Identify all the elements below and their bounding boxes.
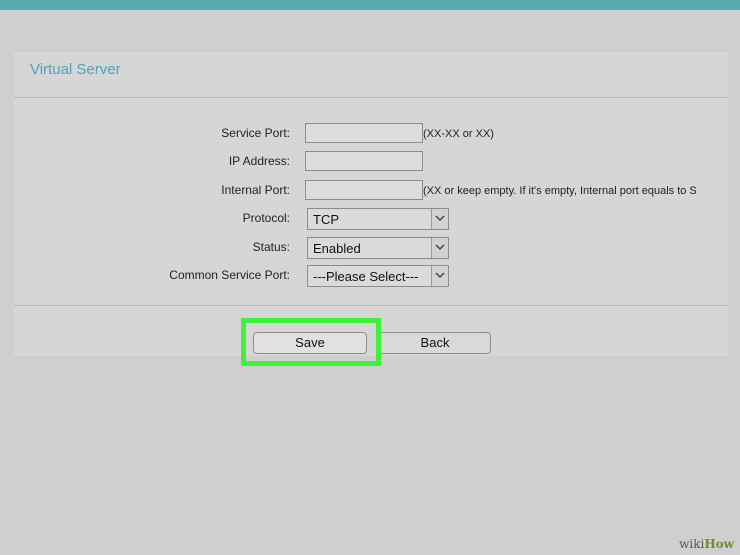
internal-port-label: Internal Port:: [221, 183, 290, 197]
protocol-dropdown-button[interactable]: [431, 209, 448, 229]
common-service-port-row: Common Service Port: ---Please Select---: [0, 265, 740, 289]
protocol-label: Protocol:: [242, 211, 290, 225]
service-port-hint: (XX-XX or XX): [423, 128, 494, 140]
chevron-down-icon: [435, 272, 445, 279]
ip-address-row: IP Address:: [0, 151, 740, 175]
wikihow-watermark: wikiHow: [679, 537, 734, 551]
common-service-port-value: ---Please Select---: [313, 269, 419, 284]
back-button[interactable]: Back: [379, 332, 491, 354]
status-row: Status: Enabled: [0, 237, 740, 261]
common-service-port-dropdown-button[interactable]: [431, 266, 448, 286]
service-port-label: Service Port:: [221, 126, 290, 140]
service-port-input[interactable]: [305, 123, 423, 143]
watermark-brand: How: [704, 537, 734, 551]
protocol-row: Protocol: TCP: [0, 208, 740, 232]
divider-bottom: [14, 305, 728, 306]
internal-port-input[interactable]: [305, 180, 423, 200]
status-dropdown-button[interactable]: [431, 238, 448, 258]
chevron-down-icon: [435, 244, 445, 251]
common-service-port-select[interactable]: ---Please Select---: [307, 265, 449, 287]
ip-address-input[interactable]: [305, 151, 423, 171]
divider-top: [14, 97, 728, 98]
status-label: Status:: [252, 240, 290, 254]
status-value: Enabled: [313, 241, 361, 256]
panel-title: Virtual Server: [30, 61, 121, 78]
protocol-select[interactable]: TCP: [307, 208, 449, 230]
watermark-prefix: wiki: [679, 537, 705, 551]
chevron-down-icon: [435, 215, 445, 222]
save-highlight-box: [241, 318, 381, 366]
internal-port-hint: (XX or keep empty. If it's empty, Intern…: [423, 185, 697, 197]
service-port-row: Service Port: (XX-XX or XX): [0, 123, 740, 147]
virtual-server-panel: Virtual Server: [14, 52, 728, 356]
ip-address-label: IP Address:: [228, 154, 290, 168]
top-bar: [0, 0, 740, 10]
status-select[interactable]: Enabled: [307, 237, 449, 259]
internal-port-row: Internal Port: (XX or keep empty. If it'…: [0, 180, 740, 204]
protocol-value: TCP: [313, 212, 339, 227]
common-service-port-label: Common Service Port:: [169, 268, 290, 282]
